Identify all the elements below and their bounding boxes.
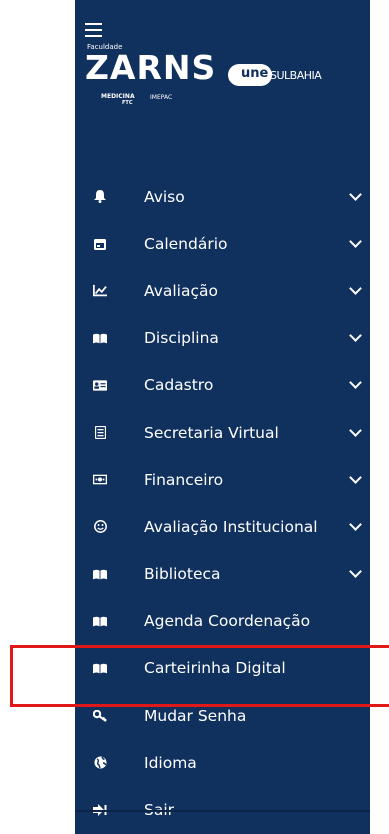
brand-imepac: IMEPAC bbox=[150, 94, 173, 101]
sidebar-item-disciplina[interactable]: Disciplina bbox=[75, 315, 370, 362]
document-icon bbox=[93, 426, 107, 440]
chevron-down-icon[interactable] bbox=[349, 187, 362, 201]
chevron-down-icon[interactable] bbox=[349, 565, 362, 578]
chart-line-icon bbox=[93, 284, 107, 298]
sidebar-item-label: Calendário bbox=[144, 234, 228, 253]
chevron-down-icon[interactable] bbox=[349, 423, 362, 437]
sidebar-item-label: Avaliação Institucional bbox=[144, 517, 318, 536]
sidebar-item-avaliacao-institucional[interactable]: Avaliação Institucional bbox=[75, 503, 370, 550]
chevron-down-icon[interactable] bbox=[349, 234, 362, 248]
menu-divider bbox=[75, 810, 370, 812]
book-open-icon bbox=[93, 331, 107, 345]
sidebar-item-label: Disciplina bbox=[144, 329, 219, 348]
chevron-down-icon[interactable] bbox=[349, 282, 362, 295]
sidebar-item-cadastro[interactable]: Cadastro bbox=[75, 362, 370, 409]
sidebar-item-label: Agenda Coordenação bbox=[144, 612, 311, 631]
chevron-down-icon[interactable] bbox=[349, 329, 362, 343]
key-icon bbox=[93, 709, 107, 723]
sidebar-item-financeiro[interactable]: Financeiro bbox=[75, 456, 370, 503]
sidebar: Faculdade ZARNS MEDICINA FTC IMEPAC une … bbox=[75, 0, 370, 834]
brand-ftc: FTC bbox=[122, 100, 133, 106]
brand-sulbahia: SULBAHIA bbox=[270, 69, 322, 82]
book-open-icon bbox=[93, 567, 107, 581]
sidebar-menu: Aviso Calendário Avaliação Disciplina Ca… bbox=[75, 173, 370, 834]
sidebar-item-aviso[interactable]: Aviso bbox=[75, 173, 370, 220]
brand-une: une bbox=[241, 66, 269, 81]
sidebar-item-label: Idioma bbox=[144, 753, 197, 772]
bell-icon bbox=[93, 190, 107, 204]
sidebar-item-label: Biblioteca bbox=[144, 565, 221, 584]
chevron-down-icon[interactable] bbox=[349, 376, 362, 390]
id-card-icon bbox=[93, 378, 107, 392]
book-open-icon bbox=[93, 614, 107, 628]
sidebar-item-label: Avaliação bbox=[144, 281, 218, 300]
chevron-down-icon[interactable] bbox=[349, 518, 362, 531]
sidebar-item-label: Financeiro bbox=[144, 470, 224, 489]
sidebar-item-label: Cadastro bbox=[144, 376, 214, 395]
smile-icon bbox=[93, 520, 107, 534]
sidebar-item-secretaria-virtual[interactable]: Secretaria Virtual bbox=[75, 409, 370, 456]
brand-zarns-logo: ZARNS bbox=[85, 48, 217, 87]
sidebar-item-avaliacao[interactable]: Avaliação bbox=[75, 267, 370, 314]
money-icon bbox=[93, 473, 107, 487]
sidebar-item-label: Aviso bbox=[144, 187, 185, 206]
highlight-box bbox=[10, 645, 389, 707]
chevron-down-icon[interactable] bbox=[349, 470, 362, 484]
sidebar-item-biblioteca[interactable]: Biblioteca bbox=[75, 551, 370, 598]
sidebar-item-agenda-coordenacao[interactable]: Agenda Coordenação bbox=[75, 598, 370, 645]
hamburger-menu-icon[interactable] bbox=[85, 23, 102, 37]
globe-icon bbox=[93, 756, 107, 770]
sidebar-item-calendario[interactable]: Calendário bbox=[75, 220, 370, 267]
sidebar-item-label: Mudar Senha bbox=[144, 706, 247, 725]
brand-medicina: MEDICINA bbox=[101, 93, 135, 100]
calendar-icon bbox=[93, 237, 107, 251]
sidebar-item-label: Secretaria Virtual bbox=[144, 423, 279, 442]
sidebar-item-idioma[interactable]: Idioma bbox=[75, 739, 370, 786]
